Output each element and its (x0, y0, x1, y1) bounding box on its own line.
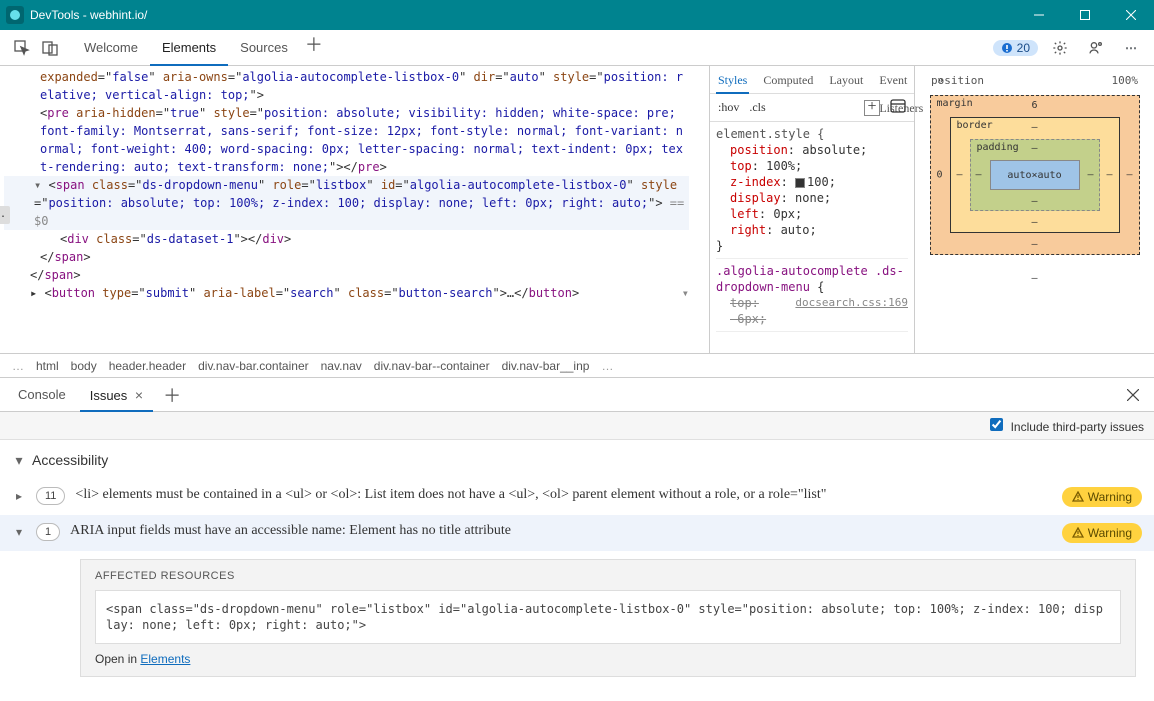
breadcrumb[interactable]: … html body header.header div.nav-bar.co… (0, 354, 1154, 378)
tab-sources[interactable]: Sources (228, 30, 300, 66)
titlebar: DevTools - webhint.io/ (0, 0, 1154, 30)
boxmodel-position-label: position (931, 74, 984, 87)
d4: – (1106, 170, 1112, 181)
group-label: Accessibility (32, 452, 108, 468)
warning-badge: Warning (1062, 487, 1142, 507)
bm-zero: 0 (937, 170, 943, 181)
styles-rules[interactable]: element.style {position: absolute;top: 1… (710, 122, 914, 340)
tab-elements[interactable]: Elements (150, 30, 228, 66)
styles-tab-layout[interactable]: Layout (827, 66, 865, 94)
forced-colors-icon[interactable] (890, 99, 906, 117)
bc-3[interactable]: div.nav-bar.container (198, 359, 309, 373)
include-3rd-checkbox[interactable]: Include third-party issues (990, 418, 1144, 434)
bm-content: auto×auto (990, 160, 1080, 190)
bc-0[interactable]: html (36, 359, 59, 373)
issues-group-header[interactable]: ▾ Accessibility (0, 440, 1154, 479)
warning-icon (1072, 491, 1084, 503)
settings-icon[interactable] (1046, 34, 1074, 62)
styles-hov[interactable]: :hov (718, 100, 739, 115)
bc-ellipsis-r: … (601, 359, 613, 373)
issue-count: 11 (36, 487, 65, 505)
open-in-elements[interactable]: Open in Elements (95, 652, 1121, 666)
issue-count: 1 (36, 523, 60, 541)
issues-counter[interactable]: 20 (993, 40, 1038, 56)
d3: – (957, 170, 963, 181)
inspect-icon[interactable] (8, 34, 36, 62)
minimize-button[interactable] (1016, 0, 1062, 30)
more-icon[interactable]: ⋯ (1118, 34, 1146, 62)
issue-row[interactable]: ▸ 11 <li> elements must be contained in … (0, 479, 1154, 515)
chevron-down-icon[interactable]: ▾ (12, 450, 26, 469)
pos-bottom: – (1031, 273, 1037, 284)
affected-resources: AFFECTED RESOURCES <span class="ds-dropd… (80, 559, 1136, 677)
resources-heading: AFFECTED RESOURCES (95, 570, 1121, 582)
drawer-tab-issues-label: Issues (90, 388, 128, 403)
add-tab-icon[interactable]: ＋ (300, 30, 328, 58)
panel-tabs: Welcome Elements Sources ＋ (72, 30, 328, 66)
bm-padding-label: padding (977, 142, 1019, 153)
box-model-pane: position 100% margin 6 – 0 – border – – … (914, 66, 1154, 353)
p3: – (976, 170, 982, 181)
include-3rd-label: Include third-party issues (1011, 420, 1144, 434)
issues-toolbar: Include third-party issues (0, 412, 1154, 440)
drawer-add-icon[interactable]: ＋ (157, 382, 187, 408)
open-in-link[interactable]: Elements (140, 652, 190, 666)
bm-dash: – (1031, 239, 1037, 250)
drawer-tabs: Console Issues × ＋ (0, 378, 1154, 412)
bc-4[interactable]: nav.nav (321, 359, 362, 373)
resources-code[interactable]: <span class="ds-dropdown-menu" role="lis… (95, 590, 1121, 644)
bc-1[interactable]: body (71, 359, 97, 373)
device-toggle-icon[interactable] (36, 34, 64, 62)
toolbar: Welcome Elements Sources ＋ 20 ⋯ (0, 30, 1154, 66)
issues-count: 20 (1017, 41, 1030, 55)
bc-5[interactable]: div.nav-bar--container (374, 359, 490, 373)
issues-body: ▾ Accessibility ▸ 11 <li> elements must … (0, 440, 1154, 701)
warning-text: Warning (1088, 490, 1132, 504)
maximize-button[interactable] (1062, 0, 1108, 30)
p4: – (1087, 170, 1093, 181)
issue-text: <li> elements must be contained in a <ul… (75, 487, 1051, 503)
issue-text: ARIA input fields must have an accessibl… (70, 523, 1052, 539)
app-icon (6, 6, 24, 24)
d1: – (1031, 122, 1037, 133)
bm-dash2: – (1126, 170, 1132, 181)
p1: – (1031, 143, 1037, 154)
bm-margin-top: 6 (1031, 100, 1037, 111)
drawer-close-icon[interactable] (1120, 382, 1146, 408)
tab-welcome[interactable]: Welcome (72, 30, 150, 66)
p2: – (1031, 196, 1037, 207)
drawer-tab-issues[interactable]: Issues × (80, 378, 153, 412)
bm-border-label: border (957, 120, 993, 131)
warning-text: Warning (1088, 526, 1132, 540)
feedback-icon[interactable] (1082, 34, 1110, 62)
styles-pane: Styles Computed Layout Event Listeners »… (709, 66, 914, 353)
boxmodel-width-value: 100% (1112, 74, 1139, 87)
drawer-tab-console[interactable]: Console (8, 378, 76, 412)
styles-cls[interactable]: .cls (749, 100, 765, 115)
issue-row[interactable]: ▾ 1 ARIA input fields must have an acces… (0, 515, 1154, 551)
window-title: DevTools - webhint.io/ (30, 8, 147, 22)
styles-tab-styles[interactable]: Styles (716, 66, 749, 94)
d2: – (1031, 217, 1037, 228)
styles-tab-computed[interactable]: Computed (761, 66, 815, 94)
warning-badge: Warning (1062, 523, 1142, 543)
chevron-down-icon[interactable]: ▾ (12, 523, 26, 539)
new-rule-icon[interactable]: + (864, 100, 880, 116)
bm-margin-label: margin (937, 98, 973, 109)
close-button[interactable] (1108, 0, 1154, 30)
dom-tree[interactable]: expanded="false" aria-owns="algolia-auto… (0, 66, 709, 353)
close-icon[interactable]: × (135, 387, 143, 403)
bc-ellipsis-l: … (12, 359, 24, 373)
chevron-right-icon[interactable]: ▸ (12, 487, 26, 503)
bc-2[interactable]: header.header (109, 359, 186, 373)
open-in-label: Open in (95, 652, 140, 666)
bc-6[interactable]: div.nav-bar__inp (502, 359, 590, 373)
warning-icon (1072, 527, 1084, 539)
